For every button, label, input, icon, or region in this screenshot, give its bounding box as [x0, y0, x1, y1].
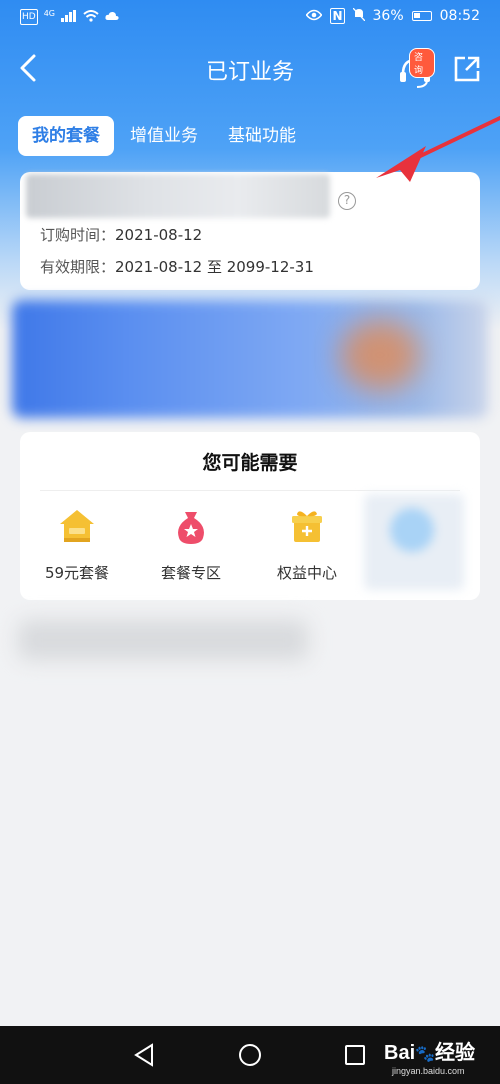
recommend-title: 您可能需要	[202, 452, 298, 474]
tab-basic-functions[interactable]: 基础功能	[214, 116, 310, 156]
help-icon[interactable]: ?	[338, 192, 356, 210]
tab-value-added[interactable]: 增值业务	[116, 116, 212, 156]
banner-graphic-blurred	[340, 320, 420, 390]
package-name-redacted	[26, 174, 330, 218]
blurred-content	[18, 620, 308, 660]
mute-bell-icon	[352, 7, 365, 24]
tab-bar: 我的套餐 增值业务 基础功能	[18, 116, 312, 156]
share-icon	[454, 56, 480, 82]
nav-recents-icon[interactable]	[342, 1042, 368, 1068]
recommend-item-benefits-center[interactable]: 权益中心	[252, 506, 362, 583]
network-type: 4G	[43, 9, 55, 18]
valid-period-row: 有效期限：2021-08-12 至 2099-12-31	[40, 256, 314, 277]
watermark-brand-cn: 经验	[435, 1042, 476, 1064]
status-left: HD 4G	[20, 9, 119, 25]
hd-indicator: HD	[20, 9, 38, 25]
valid-period-value: 2021-08-12 至 2099-12-31	[115, 258, 314, 276]
divider	[40, 490, 460, 491]
signal-icon	[61, 9, 77, 25]
valid-period-label: 有效期限：	[40, 258, 116, 276]
share-button[interactable]	[452, 54, 482, 84]
cloud-icon	[105, 10, 119, 24]
paw-icon: 🐾	[415, 1046, 436, 1063]
clock: 08:52	[439, 8, 480, 24]
customer-service-button[interactable]: 咨询	[395, 48, 435, 90]
recommend-card: 您可能需要 59元套餐 套餐专区 权益中心	[20, 432, 480, 600]
status-right: N 36% 08:52	[305, 7, 480, 24]
tab-my-package[interactable]: 我的套餐	[18, 116, 114, 156]
gift-box-icon	[292, 511, 322, 542]
status-bar: HD 4G N 36% 08:52	[0, 0, 500, 34]
recommend-item-label: 套餐专区	[160, 564, 221, 582]
battery-percent: 36%	[372, 8, 404, 24]
red-arrow-annotation	[376, 116, 500, 182]
house-icon	[60, 510, 94, 542]
wifi-icon	[83, 9, 99, 25]
baidu-watermark: Bai🐾经验	[384, 1036, 475, 1065]
recommend-item-59-package[interactable]: 59元套餐	[22, 506, 132, 583]
consult-badge: 咨询	[409, 48, 435, 78]
app-header: 已订业务 咨询	[0, 40, 500, 96]
watermark-brand: Bai	[384, 1042, 416, 1064]
recommend-item-package-zone[interactable]: 套餐专区	[136, 506, 246, 583]
nfc-icon: N	[330, 8, 345, 24]
watermark-url: jingyan.baidu.com	[392, 1066, 465, 1076]
battery-icon	[411, 11, 432, 21]
recommend-item-blurred[interactable]	[364, 494, 464, 590]
recommend-item-label: 权益中心	[276, 564, 337, 582]
eye-icon	[305, 9, 323, 24]
nav-back-icon[interactable]	[132, 1042, 158, 1068]
order-time-row: 订购时间：2021-08-12	[40, 224, 202, 245]
order-time-value: 2021-08-12	[115, 226, 203, 244]
order-time-label: 订购时间：	[40, 226, 116, 244]
money-bag-icon	[178, 512, 204, 544]
nav-home-icon[interactable]	[237, 1042, 263, 1068]
recommend-item-label: 59元套餐	[44, 564, 110, 582]
